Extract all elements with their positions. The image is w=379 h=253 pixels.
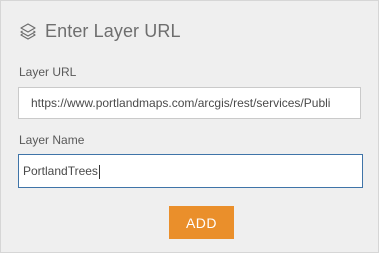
panel-header: Enter Layer URL (19, 20, 181, 42)
layer-name-input[interactable]: PortlandTrees (18, 154, 363, 188)
add-button[interactable]: ADD (169, 206, 234, 239)
layer-url-value: https://www.portlandmaps.com/arcgis/rest… (31, 96, 331, 110)
panel-title: Enter Layer URL (45, 20, 181, 41)
layers-icon (19, 22, 37, 40)
layer-url-input[interactable]: https://www.portlandmaps.com/arcgis/rest… (18, 87, 361, 119)
layer-name-value: PortlandTrees (23, 164, 98, 178)
text-caret (98, 164, 100, 179)
enter-layer-url-panel: Enter Layer URL Layer URL https://www.po… (0, 0, 379, 253)
layer-url-label: Layer URL (19, 65, 77, 79)
layer-name-label: Layer Name (19, 133, 85, 147)
